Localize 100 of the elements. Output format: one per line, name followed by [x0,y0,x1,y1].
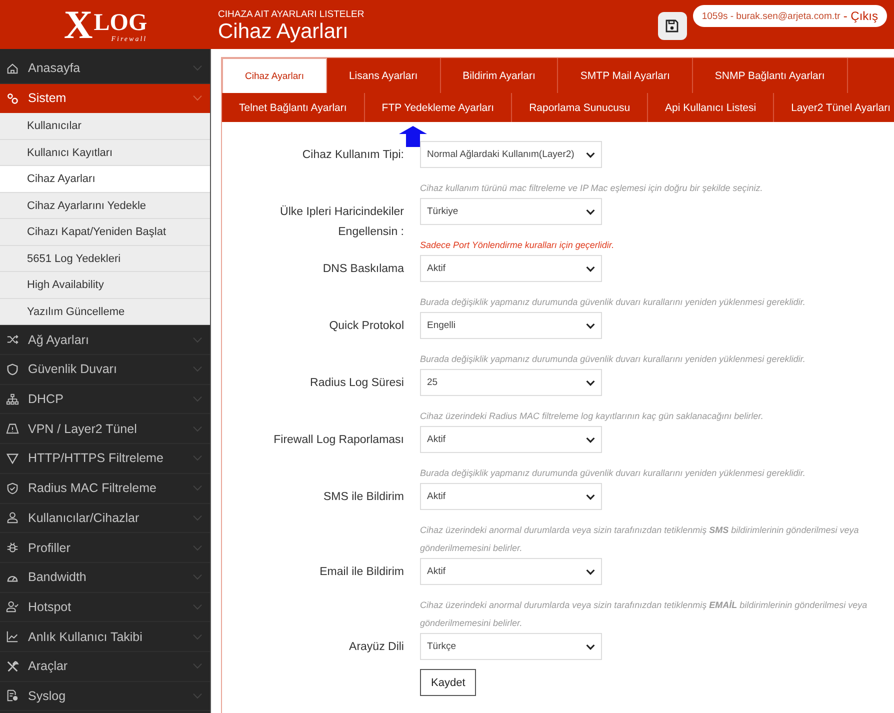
tab[interactable]: Raporlama Sunucusu [512,93,648,122]
chevron-down-icon [586,208,595,214]
tab[interactable]: Telnet Bağlantı Ayarları [222,93,365,122]
user-icon [6,511,19,524]
logo-text: LOG [94,10,148,34]
chevron-down-icon [193,692,202,699]
help-text: Burada değişiklik yapmanız durumunda güvenlik duvarı kurallarını yeniden yüklenmesi gereklidir. [420,296,806,309]
chevron-down-icon [193,485,202,492]
field-label: Arayüz Dili [348,640,404,655]
dropdown[interactable]: 25 [420,369,602,396]
line-chart-icon [6,630,19,644]
dropdown[interactable]: Aktif [420,558,602,585]
chevron-down-icon [193,426,202,432]
sidebar-item[interactable]: Araçlar [0,652,210,682]
chevron-down-icon [193,65,202,72]
chevron-down-icon [586,568,595,574]
arrow-icon [399,126,427,147]
shield-icon [6,362,19,376]
shuffle-icon [6,333,19,346]
submenu-item[interactable]: 5651 Log Yedekleri [0,246,210,272]
help-text: Cihaz üzerindeki Radius MAC filtreleme log kayıtlarının kaç gün saklanacağını belirler. [420,410,764,423]
field-label: DNS Baskılama [322,262,404,277]
alert-icon [6,422,19,436]
network-icon [6,392,19,406]
chevron-down-icon [586,322,595,328]
tools-icon [6,660,19,673]
chevron-down-icon [193,544,202,551]
tab[interactable]: Layer2 Tünel Ayarları [774,93,894,122]
sidebar-item[interactable]: Güvenlik Duvarı [0,355,210,385]
field-label: Email ile Bildirim [318,565,404,580]
sidebar-item[interactable]: DHCP [0,384,210,414]
sidebar-item[interactable]: Profiller [0,533,210,563]
submenu-item[interactable]: Kullanıcılar [0,113,210,140]
chevron-down-icon [586,152,595,158]
warning-note: Sadece Port Yönlendirme kuralları için geçerlidir. [420,239,616,252]
sidebar-item[interactable]: HTTP/HTTPS Filtreleme [0,444,210,474]
sidebar-item[interactable]: Bandwidth [0,562,210,593]
page-subtitle: CIHAZA AIT AYARLARI LISTELER [218,9,364,20]
dropdown[interactable]: Aktif [420,483,602,510]
chevron-down-icon [193,514,202,521]
field-label: SMS ile Bildirim [322,490,404,505]
sidebar-item[interactable]: Radius MAC Filtreleme [0,474,210,504]
chevron-down-icon [193,604,202,610]
document-icon [6,689,19,702]
bug-icon [6,541,19,554]
chevron-down-icon [193,95,202,102]
tab[interactable]: FTP Yedekleme Ayarları [364,93,512,122]
session-info: 1059s - burak.sen@arjeta.com.tr [702,10,840,22]
tab[interactable]: SNMP Bağlantı Ayarları [692,58,848,93]
chevron-down-icon [193,634,202,640]
filter-icon [6,452,19,465]
sidebar-item[interactable]: Hotspot [0,592,210,622]
sidebar-item[interactable]: Syslog [0,682,210,712]
chevron-down-icon [193,574,202,580]
sidebar-item[interactable]: Sistem [0,84,210,114]
page-title: Cihaz Ayarları [218,20,350,44]
field-label: Radius Log Süresi [309,376,404,391]
tab[interactable]: Cihaz Ayarları [222,58,327,93]
help-text: Cihaz kullanım türünü mac filtreleme ve IP Mac eşlemesi için doğru bir şekilde seçiniz. [420,182,764,195]
submenu-item[interactable]: Cihaz Ayarları [0,166,210,193]
dropdown[interactable]: Normal Ağlardaki Kullanım(Layer2) [420,141,602,168]
submenu-item[interactable]: High Availability [0,272,210,299]
sidebar-item[interactable]: Kullanıcılar/Cihazlar [0,504,210,534]
sidebar-item[interactable]: Ağ Ayarları [0,325,210,356]
tab[interactable]: Api Kullanıcı Listesi [648,93,774,122]
tab[interactable]: Bildirim Ayarları [440,58,558,93]
chevron-down-icon [193,336,202,343]
chevron-down-icon [193,663,202,670]
chevron-down-icon [193,396,202,402]
field-label: Quick Protokol [328,319,404,334]
field-label: Cihaz Kullanım Tipi: [301,148,404,163]
gears-icon [6,92,19,105]
chevron-down-icon [193,366,202,372]
logo-mark: X [64,4,93,44]
dropdown[interactable]: Aktif [420,255,602,282]
dropdown[interactable]: Türkçe [420,633,602,660]
chevron-down-icon [586,436,595,442]
dropdown[interactable]: Aktif [420,426,602,453]
dropdown[interactable]: Türkiye [420,198,602,225]
help-text: Burada değişiklik yapmanız durumunda güvenlik duvarı kurallarını yeniden yüklenmesi gereklidir. [420,353,806,366]
sidebar-item[interactable]: VPN / Layer2 Tünel [0,414,210,444]
help-text: Cihaz üzerindeki anormal durumlarda veya sizin tarafınızdan tetiklenmiş SMS bildirimlerinin gönderilmesi veya gönderilmemesini belirler. [420,524,860,555]
home-icon [6,62,19,75]
chevron-down-icon [586,494,595,500]
field-label: Firewall Log Raporlaması [272,433,404,448]
chevron-down-icon [193,455,202,462]
help-text: Burada değişiklik yapmanız durumunda güvenlik duvarı kurallarını yeniden yüklenmesi gereklidir. [420,467,806,480]
tab[interactable]: Lisans Ayarları [326,58,441,93]
shield-check-icon [6,482,19,495]
chevron-down-icon [586,266,595,272]
tab[interactable]: SMTP Mail Ayarları [558,58,693,93]
save-button[interactable] [658,12,687,40]
submenu-item[interactable]: Cihazı Kapat/Yeniden Başlat [0,219,210,246]
sidebar-item[interactable]: Anlık Kullanıcı Takibi [0,622,210,652]
save-button[interactable]: Kaydet [420,669,476,696]
logout-link[interactable]: - Çıkış [843,9,878,23]
submenu-item[interactable]: Yazılım Güncelleme [0,298,210,326]
submenu-item[interactable]: Cihaz Ayarlarını Yedekle [0,192,210,220]
dropdown[interactable]: Engelli [420,312,602,339]
field-label: Ülke Ipleri Haricindekiler Engellensin : [279,204,404,240]
